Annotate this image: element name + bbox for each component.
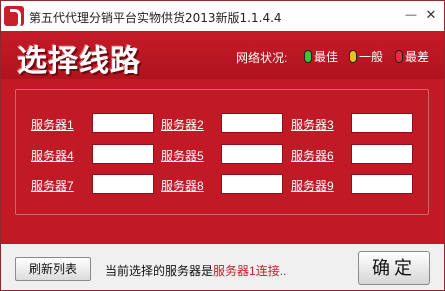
server-9-field[interactable] bbox=[351, 174, 413, 194]
server-5-link[interactable]: 服务器5 bbox=[161, 147, 204, 164]
green-status-icon bbox=[304, 50, 312, 63]
server-2-link[interactable]: 服务器2 bbox=[161, 116, 204, 133]
server-7-link[interactable]: 服务器7 bbox=[31, 177, 74, 194]
app-logo-icon bbox=[4, 6, 24, 29]
server-panel: 服务器1 服务器2 服务器3 服务器4 服务器5 服务器6 服务器7 服务器8 … bbox=[1, 79, 444, 244]
server-5-field[interactable] bbox=[221, 144, 283, 164]
page-title: 选择线路 bbox=[17, 44, 141, 79]
title-bar: 第五代代理分销平台实物供货2013新版1.1.4.4 — ✕ bbox=[1, 1, 444, 31]
status-server-name: 服务器1连接.. bbox=[213, 264, 287, 278]
server-1-field[interactable] bbox=[92, 113, 154, 133]
server-8-link[interactable]: 服务器8 bbox=[161, 177, 204, 194]
app-window: 第五代代理分销平台实物供货2013新版1.1.4.4 — ✕ 选择线路 网络状况… bbox=[0, 0, 445, 291]
banner: 选择线路 网络状况: 最佳 一般 最差 bbox=[1, 31, 444, 79]
server-4-link[interactable]: 服务器4 bbox=[31, 147, 74, 164]
legend-normal-label: 一般 bbox=[359, 50, 384, 64]
network-status-label: 网络状况: bbox=[236, 51, 288, 65]
window-title: 第五代代理分销平台实物供货2013新版1.1.4.4 bbox=[29, 11, 282, 25]
legend-best-label: 最佳 bbox=[314, 50, 339, 64]
status-prefix: 当前选择的服务器是 bbox=[105, 264, 214, 278]
confirm-button[interactable]: 确定 bbox=[358, 251, 430, 285]
legend-worst: 最差 bbox=[395, 48, 429, 65]
server-3-field[interactable] bbox=[351, 113, 413, 133]
server-7-field[interactable] bbox=[92, 174, 154, 194]
server-9-link[interactable]: 服务器9 bbox=[291, 177, 334, 194]
server-2-field[interactable] bbox=[221, 113, 283, 133]
footer-bar: 刷新列表 当前选择的服务器是服务器1连接.. 确定 bbox=[1, 244, 444, 290]
server-4-field[interactable] bbox=[92, 144, 154, 164]
close-button[interactable]: ✕ bbox=[423, 7, 439, 23]
yellow-status-icon bbox=[349, 50, 357, 63]
red-status-icon bbox=[395, 50, 403, 63]
minimize-button[interactable]: — bbox=[403, 7, 419, 23]
legend-normal: 一般 bbox=[349, 48, 383, 65]
server-grid: 服务器1 服务器2 服务器3 服务器4 服务器5 服务器6 服务器7 服务器8 … bbox=[15, 89, 429, 215]
server-8-field[interactable] bbox=[221, 174, 283, 194]
legend-best: 最佳 bbox=[304, 48, 338, 65]
legend-worst-label: 最差 bbox=[405, 50, 430, 64]
server-3-link[interactable]: 服务器3 bbox=[291, 116, 334, 133]
server-1-link[interactable]: 服务器1 bbox=[31, 116, 74, 133]
current-server-status: 当前选择的服务器是服务器1连接.. bbox=[105, 262, 286, 279]
server-6-field[interactable] bbox=[351, 144, 413, 164]
refresh-list-button[interactable]: 刷新列表 bbox=[15, 257, 91, 281]
server-6-link[interactable]: 服务器6 bbox=[291, 147, 334, 164]
